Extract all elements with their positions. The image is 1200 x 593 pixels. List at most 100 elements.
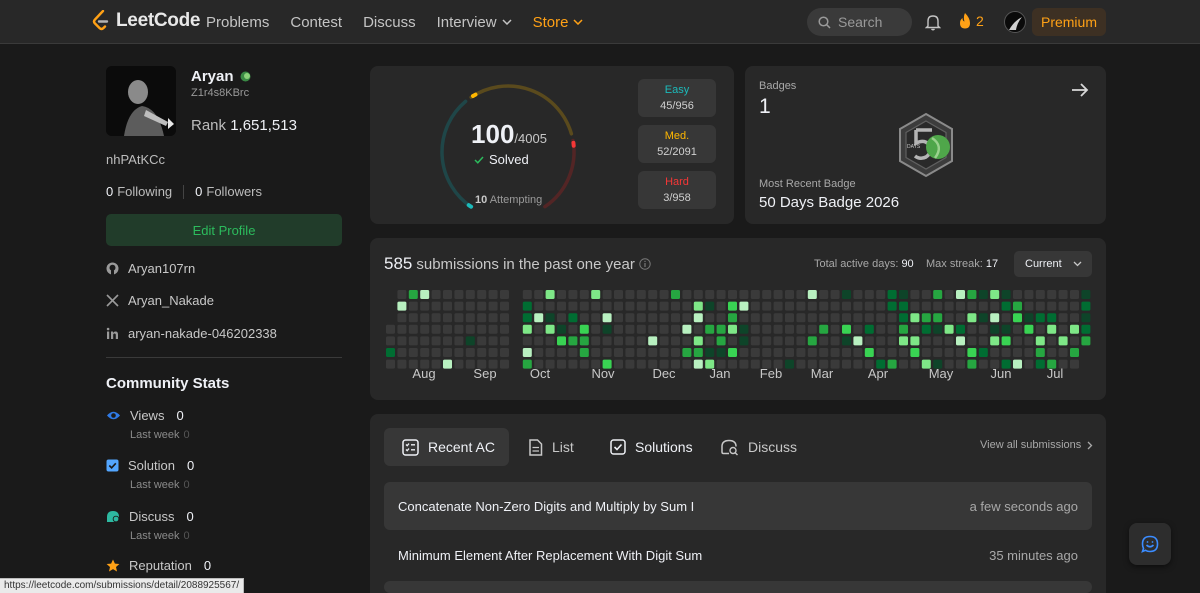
heatmap-cell[interactable] (910, 324, 920, 334)
heatmap-cell[interactable] (1024, 290, 1034, 299)
heatmap-cell[interactable] (397, 359, 407, 369)
heatmap-cell[interactable] (408, 348, 418, 357)
heatmap-cell[interactable] (978, 324, 988, 334)
submission-row[interactable]: Concatenate Non-Zero Digits and Multiply… (384, 482, 1092, 530)
heatmap-cell[interactable] (477, 313, 487, 323)
heatmap-cell[interactable] (488, 336, 498, 346)
heatmap-cell[interactable] (500, 290, 509, 299)
heatmap-cell[interactable] (944, 336, 954, 346)
heatmap-cell[interactable] (671, 324, 680, 334)
heatmap-cell[interactable] (522, 348, 532, 357)
heatmap-cell[interactable] (921, 313, 931, 323)
easy-stat[interactable]: Easy 45/956 (638, 79, 716, 117)
heatmap-cell[interactable] (899, 290, 908, 299)
heatmap-cell[interactable] (887, 301, 897, 311)
heatmap-cell[interactable] (579, 336, 589, 346)
heatmap-cell[interactable] (602, 348, 612, 357)
heatmap-cell[interactable] (693, 324, 703, 334)
heatmap-cell[interactable] (579, 324, 589, 334)
heatmap-cell[interactable] (842, 348, 851, 357)
heatmap-cell[interactable] (1070, 324, 1079, 334)
heatmap-cell[interactable] (557, 359, 566, 369)
heatmap-cell[interactable] (864, 336, 874, 346)
heatmap-cell[interactable] (579, 348, 589, 357)
heatmap-cell[interactable] (443, 336, 452, 346)
heatmap-cell[interactable] (1024, 313, 1034, 323)
heatmap-cell[interactable] (921, 290, 931, 299)
heatmap-cell[interactable] (1047, 336, 1057, 346)
heatmap-cell[interactable] (944, 348, 954, 357)
heatmap-cell[interactable] (671, 348, 680, 357)
heatmap-cell[interactable] (990, 336, 1000, 346)
heatmap-cell[interactable] (671, 313, 680, 323)
heatmap-cell[interactable] (693, 336, 703, 346)
heatmap-cell[interactable] (568, 348, 578, 357)
heatmap-cell[interactable] (500, 301, 509, 311)
heatmap-cell[interactable] (579, 359, 589, 369)
heatmap-cell[interactable] (693, 290, 703, 299)
heatmap-cell[interactable] (534, 301, 544, 311)
premium-button[interactable]: Premium (1032, 8, 1106, 36)
heatmap-cell[interactable] (568, 324, 578, 334)
heatmap-cell[interactable] (876, 301, 886, 311)
heatmap-cell[interactable] (773, 336, 783, 346)
heatmap-cell[interactable] (636, 290, 646, 299)
heatmap-cell[interactable] (431, 336, 441, 346)
heatmap-cell[interactable] (1024, 348, 1034, 357)
heatmap-cell[interactable] (910, 301, 920, 311)
nav-interview[interactable]: Interview (437, 14, 512, 31)
heatmap-cell[interactable] (887, 348, 897, 357)
heatmap-cell[interactable] (785, 336, 794, 346)
heatmap-cell[interactable] (830, 336, 840, 346)
heatmap-cell[interactable] (864, 348, 874, 357)
heatmap-cell[interactable] (693, 359, 703, 369)
heatmap-cell[interactable] (864, 313, 874, 323)
heatmap-cell[interactable] (488, 301, 498, 311)
heatmap-cell[interactable] (876, 336, 886, 346)
heatmap-cell[interactable] (762, 313, 772, 323)
heatmap-cell[interactable] (465, 301, 475, 311)
heatmap-cell[interactable] (465, 336, 475, 346)
heatmap-cell[interactable] (386, 359, 395, 369)
heatmap-cell[interactable] (1081, 313, 1091, 323)
heatmap-cell[interactable] (819, 348, 829, 357)
heatmap-cell[interactable] (671, 290, 680, 299)
heatmap-cell[interactable] (557, 290, 566, 299)
heatmap-cell[interactable] (990, 313, 1000, 323)
heatmap-cell[interactable] (625, 313, 635, 323)
heatmap-cell[interactable] (408, 324, 418, 334)
heatmap-cell[interactable] (716, 301, 726, 311)
heatmap-cell[interactable] (785, 301, 794, 311)
heatmap-cell[interactable] (853, 336, 863, 346)
heatmap-cell[interactable] (807, 324, 817, 334)
heatmap-cell[interactable] (397, 290, 407, 299)
heatmap-cell[interactable] (1035, 359, 1045, 369)
heatmap-cell[interactable] (1047, 290, 1057, 299)
heatmap-cell[interactable] (682, 324, 692, 334)
heatmap-cell[interactable] (443, 313, 452, 323)
heatmap-cell[interactable] (1024, 359, 1034, 369)
heatmap-cell[interactable] (876, 324, 886, 334)
heatmap-cell[interactable] (443, 301, 452, 311)
heatmap-cell[interactable] (796, 324, 806, 334)
heatmap-cell[interactable] (636, 324, 646, 334)
heatmap-cell[interactable] (602, 324, 612, 334)
heatmap-cell[interactable] (933, 313, 943, 323)
heatmap-cell[interactable] (545, 324, 555, 334)
heatmap-cell[interactable] (887, 324, 897, 334)
heatmap-cell[interactable] (1058, 301, 1068, 311)
heatmap-cell[interactable] (978, 359, 988, 369)
heatmap-cell[interactable] (534, 290, 544, 299)
heatmap-cell[interactable] (648, 348, 658, 357)
heatmap-cell[interactable] (796, 290, 806, 299)
heatmap-cell[interactable] (602, 336, 612, 346)
medium-stat[interactable]: Med. 52/2091 (638, 125, 716, 163)
heatmap-cell[interactable] (500, 359, 509, 369)
heatmap-cell[interactable] (819, 290, 829, 299)
heatmap-cell[interactable] (693, 301, 703, 311)
heatmap-cell[interactable] (534, 313, 544, 323)
heatmap-cell[interactable] (807, 290, 817, 299)
heatmap-cell[interactable] (1024, 301, 1034, 311)
heatmap-cell[interactable] (636, 336, 646, 346)
heatmap-cell[interactable] (933, 301, 943, 311)
